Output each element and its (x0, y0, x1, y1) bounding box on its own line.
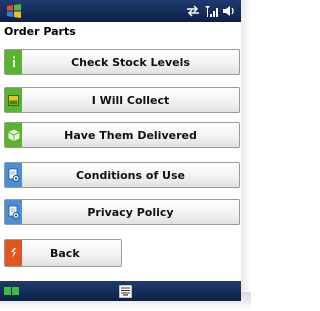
window-shadow-right (241, 0, 251, 311)
status-bar (0, 0, 241, 22)
document-icon (5, 200, 22, 224)
document-icon (5, 163, 22, 187)
back-label: Back (50, 246, 80, 260)
signal-strength-icon[interactable] (204, 3, 218, 19)
back-arrow-icon (5, 240, 22, 266)
i-will-collect-label: I Will Collect (91, 93, 170, 107)
conditions-of-use-button[interactable]: Conditions of Use (4, 162, 240, 188)
delivery-box-icon (5, 123, 22, 147)
check-stock-levels-label: Check Stock Levels (71, 55, 190, 69)
collect-icon (5, 88, 22, 112)
i-will-collect-button[interactable]: I Will Collect (4, 87, 240, 113)
info-icon (5, 50, 22, 74)
keyboard-icon[interactable] (118, 284, 132, 298)
check-stock-levels-button[interactable]: Check Stock Levels (4, 49, 240, 75)
connectivity-arrows-icon[interactable] (186, 3, 200, 19)
have-them-delivered-label: Have Them Delivered (64, 128, 197, 142)
soft-key-left-icon[interactable] (4, 286, 20, 296)
privacy-policy-button[interactable]: Privacy Policy (4, 199, 240, 225)
conditions-of-use-label: Conditions of Use (75, 168, 185, 182)
windows-start-icon[interactable] (6, 3, 22, 19)
privacy-policy-label: Privacy Policy (87, 205, 174, 219)
volume-icon[interactable] (222, 3, 236, 19)
soft-key-bar (0, 281, 241, 301)
back-button[interactable]: Back (4, 239, 122, 267)
page-title: Order Parts (4, 25, 76, 38)
have-them-delivered-button[interactable]: Have Them Delivered (4, 122, 240, 148)
app-window: Order Parts Check Stock Levels I Will Co… (0, 0, 251, 311)
